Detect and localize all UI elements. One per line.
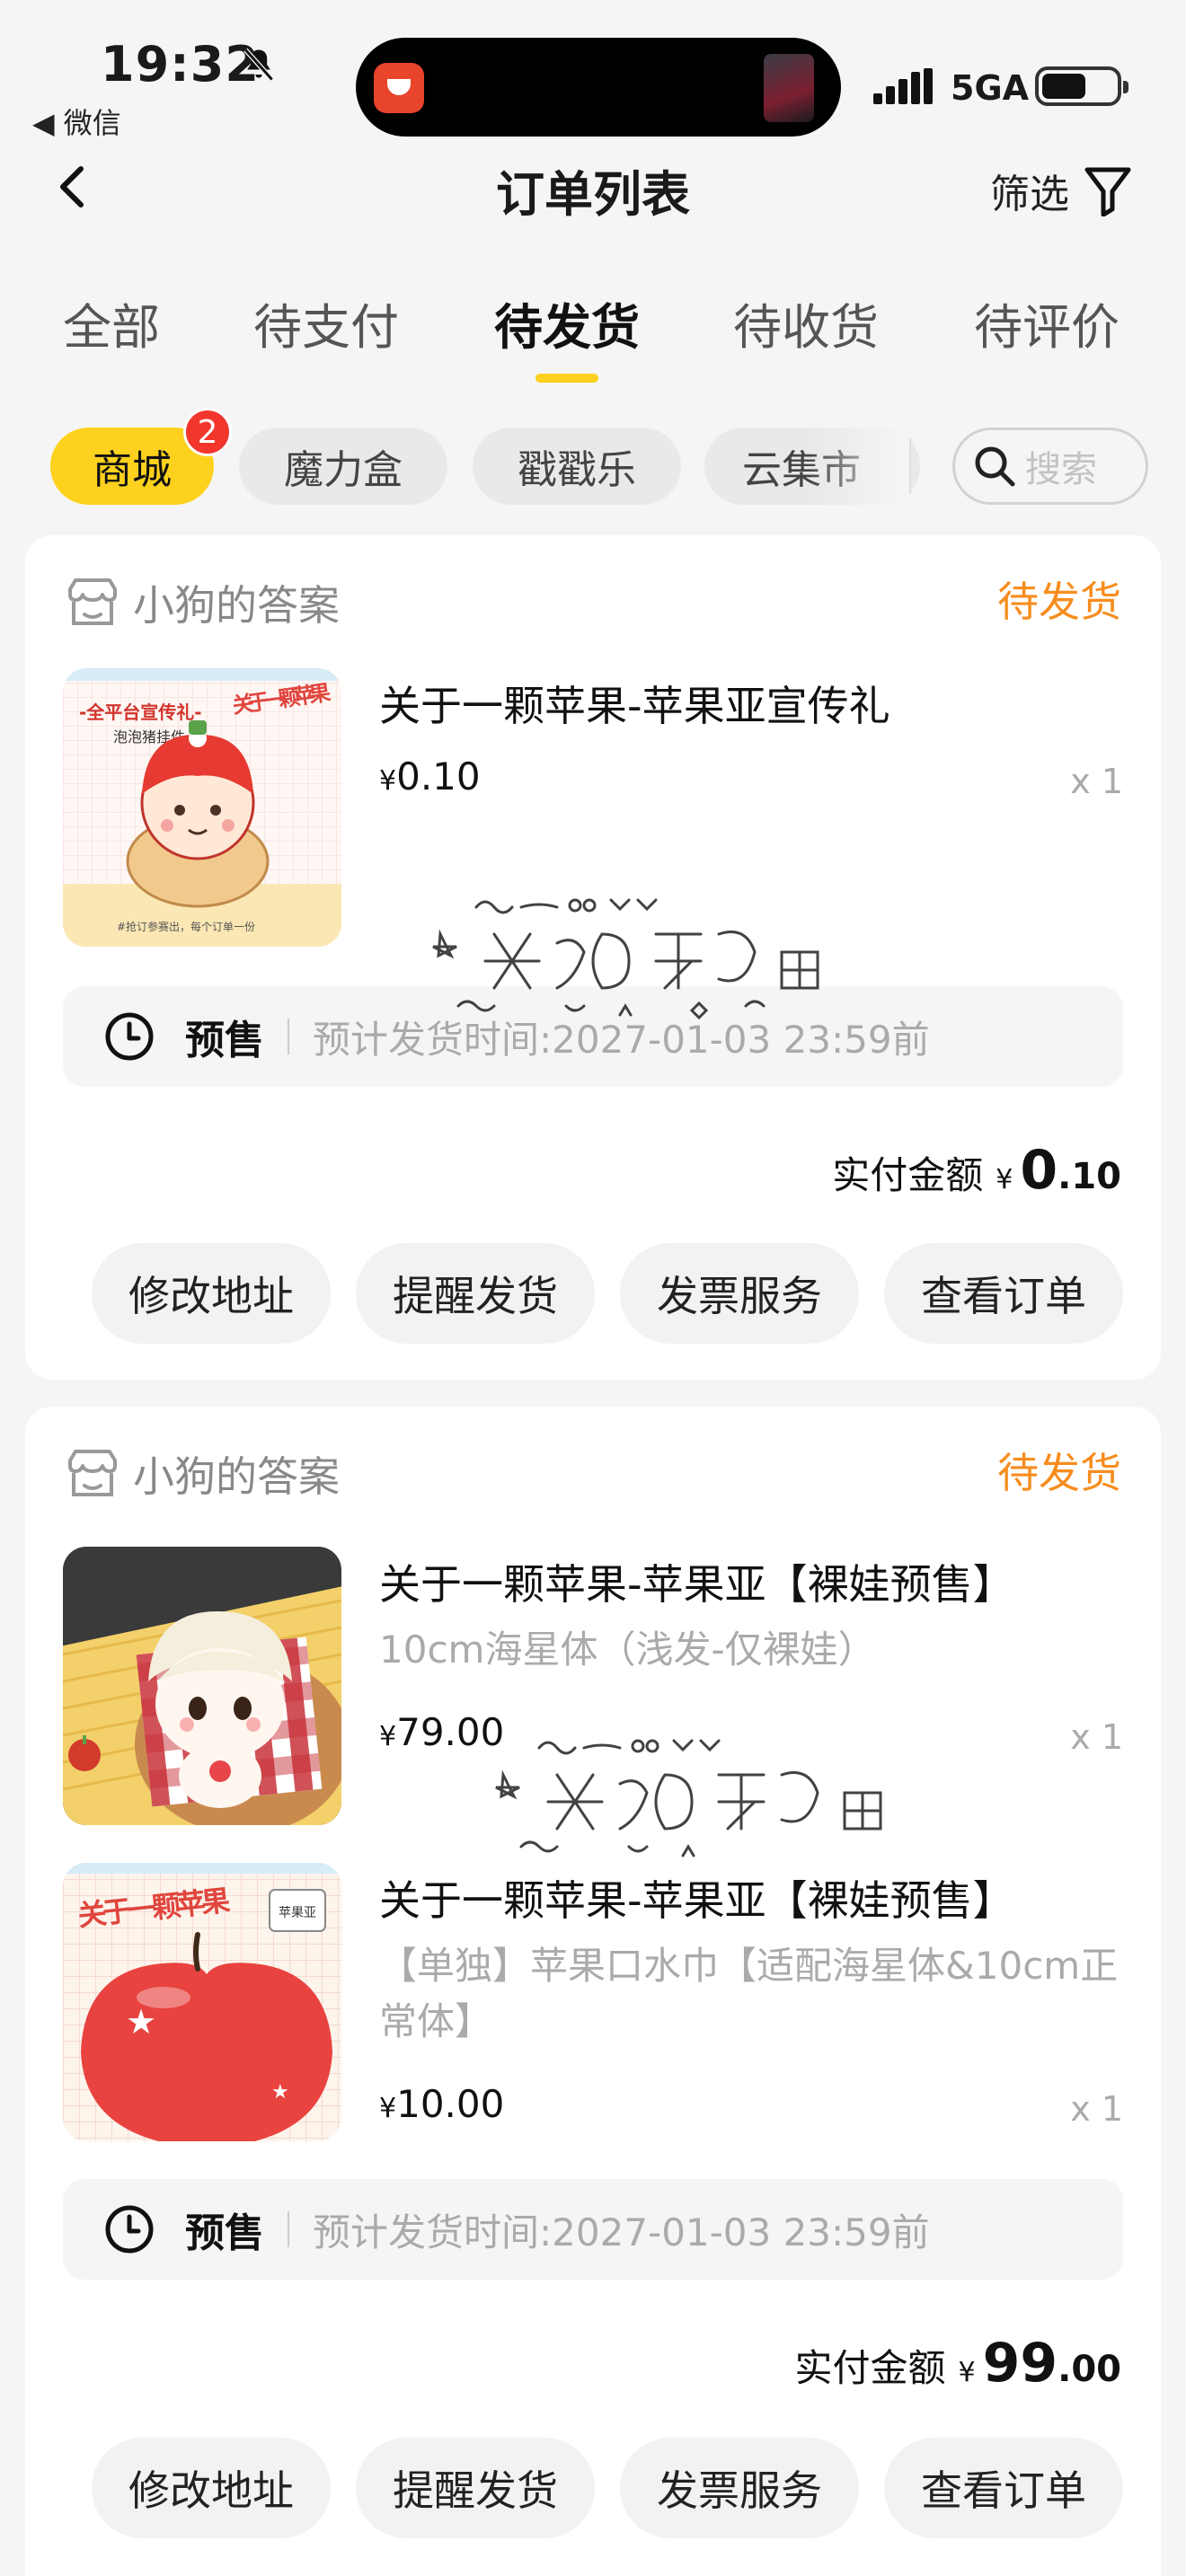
- product-title: 关于一颗苹果-苹果亚【裸娃预售】: [379, 1560, 1014, 1609]
- product-spec: 【单独】苹果口水巾【适配海星体&10cm正常体】: [379, 1944, 1119, 2043]
- order-status-tabs: 全部 待支付 待发货 待收货 待评价: [0, 287, 1186, 386]
- chips-fade: [809, 422, 909, 512]
- apple-bib-product-image: 关于一颗苹果 苹果亚 ★ ★: [63, 1863, 341, 2141]
- product-quantity: x 1: [1070, 762, 1123, 801]
- order-item[interactable]: 关于一颗苹果-苹果亚【裸娃预售】 10cm海星体（浅发-仅裸娃） ¥79.00 …: [63, 1547, 1123, 1825]
- presale-divider: [288, 2211, 289, 2247]
- price-value: 10.00: [396, 2082, 505, 2126]
- chips-divider: [909, 438, 911, 494]
- search-placeholder: 搜索: [1025, 449, 1097, 490]
- product-thumbnail: [63, 1547, 341, 1825]
- price-value: 0.10: [396, 754, 481, 798]
- status-time: 19:32: [101, 36, 260, 93]
- product-thumbnail: -全平台宣传礼- 泡泡猪挂件 关于一颗苹果 #抢订参赛出，每个订单一份: [63, 668, 341, 947]
- shop-icon: [68, 578, 117, 625]
- order-status: 待发货: [997, 578, 1121, 626]
- clock-icon: [105, 2205, 154, 2254]
- total-currency: ¥: [958, 2357, 976, 2388]
- back-to-app-link[interactable]: ◀ 微信: [32, 101, 121, 142]
- total-decimal: .10: [1058, 1156, 1121, 1197]
- currency-symbol: ¥: [379, 1721, 397, 1752]
- product-spec: 10cm海星体（浅发-仅裸娃）: [379, 1628, 876, 1672]
- plush-doll-product-image: [63, 1547, 341, 1825]
- shop-row[interactable]: 小狗的答案: [65, 1444, 340, 1504]
- view-order-button[interactable]: 查看订单: [884, 2438, 1123, 2538]
- presale-ship-time: 预计发货时间:2027-01-03 23:59前: [313, 1017, 930, 1062]
- invoice-service-button[interactable]: 发票服务: [620, 2438, 859, 2538]
- currency-symbol: ¥: [379, 765, 397, 797]
- battery-icon: [1035, 66, 1128, 106]
- product-quantity: x 1: [1070, 1717, 1123, 1757]
- active-tab-indicator: [535, 374, 598, 383]
- avatar: [764, 54, 814, 122]
- poster-line1: -全平台宣传礼-: [79, 701, 202, 723]
- shop-name: 小狗的答案: [133, 581, 340, 630]
- keychain-product-image: -全平台宣传礼- 泡泡猪挂件 关于一颗苹果 #抢订参赛出，每个订单一份: [63, 668, 341, 947]
- total-integer: 99: [982, 2332, 1058, 2395]
- invoice-service-button[interactable]: 发票服务: [620, 1243, 859, 1344]
- filter-label: 筛选: [990, 172, 1069, 217]
- product-title: 关于一颗苹果-苹果亚宣传礼: [379, 682, 890, 730]
- total-integer: 0: [1020, 1139, 1058, 1202]
- total-label: 实付金额: [832, 1153, 984, 1197]
- total-decimal: .00: [1058, 2349, 1121, 2390]
- product-price: ¥0.10: [379, 754, 481, 798]
- tab-all[interactable]: 全部: [63, 287, 160, 358]
- order-card: 小狗的答案 待发货 -全平台宣传礼- 泡泡猪挂件 关于一颗苹果 #抢订参赛出，每…: [25, 535, 1161, 1380]
- svg-text:★: ★: [271, 2081, 289, 2104]
- tab-pending-review[interactable]: 待评价: [974, 287, 1120, 358]
- chip-magic-box[interactable]: 魔力盒: [239, 428, 447, 505]
- total-currency: ¥: [996, 1164, 1013, 1195]
- network-type: 5GA: [951, 68, 1030, 108]
- order-item[interactable]: 关于一颗苹果 苹果亚 ★ ★ 关于一颗苹果-苹果亚【裸娃预售】 【单独】苹果口水…: [63, 1863, 1123, 2141]
- order-card: 小狗的答案 待发货 关于一颗苹果-苹果亚【裸娃预售】 10cm海星体（浅发-仅裸…: [25, 1407, 1161, 2576]
- shop-row[interactable]: 小狗的答案: [65, 573, 340, 632]
- product-price: ¥79.00: [379, 1710, 504, 1754]
- order-status: 待发货: [997, 1449, 1121, 1497]
- status-bar: 19:32 ◀ 微信 5GA: [0, 0, 1186, 144]
- total-label: 实付金额: [794, 2346, 946, 2390]
- currency-symbol: ¥: [379, 2093, 397, 2124]
- filter-icon: [1084, 167, 1131, 216]
- presale-label: 预售: [185, 1018, 264, 1063]
- mall-badge: 2: [183, 408, 232, 456]
- svg-text:★: ★: [126, 2002, 156, 2042]
- poster-note: #抢订参赛出，每个订单一份: [117, 920, 255, 933]
- product-thumbnail: 关于一颗苹果 苹果亚 ★ ★: [63, 1863, 341, 2141]
- presale-label: 预售: [185, 2210, 264, 2256]
- modify-address-button[interactable]: 修改地址: [92, 2438, 331, 2538]
- tab-pending-payment[interactable]: 待支付: [253, 287, 399, 358]
- clock-icon: [105, 1012, 154, 1061]
- tab-pending-shipment[interactable]: 待发货: [494, 287, 640, 358]
- remind-shipment-button[interactable]: 提醒发货: [356, 1243, 595, 1344]
- modify-address-button[interactable]: 修改地址: [92, 1243, 331, 1344]
- order-total: 实付金额 ¥ 0 .10: [832, 1139, 1121, 1202]
- product-quantity: x 1: [1070, 2089, 1123, 2129]
- shop-name: 小狗的答案: [133, 1452, 340, 1501]
- order-item[interactable]: -全平台宣传礼- 泡泡猪挂件 关于一颗苹果 #抢订参赛出，每个订单一份 关于一颗…: [63, 668, 1123, 947]
- shop-icon: [68, 1450, 117, 1496]
- presale-info: 预售 预计发货时间:2027-01-03 23:59前: [63, 986, 1123, 1087]
- presale-ship-time: 预计发货时间:2027-01-03 23:59前: [313, 2210, 930, 2254]
- bib-tag: 苹果亚: [279, 1906, 316, 1920]
- presale-divider: [288, 1019, 289, 1054]
- app-icon: [374, 63, 424, 113]
- view-order-button[interactable]: 查看订单: [884, 1243, 1123, 1344]
- dynamic-island: [356, 38, 841, 137]
- product-price: ¥10.00: [379, 2082, 504, 2126]
- price-value: 79.00: [396, 1710, 505, 1754]
- chip-poke-game[interactable]: 戳戳乐: [473, 428, 681, 505]
- signal-icon: [873, 68, 933, 104]
- tab-pending-receipt[interactable]: 待收货: [733, 287, 879, 358]
- search-icon: [975, 446, 1015, 487]
- product-title: 关于一颗苹果-苹果亚【裸娃预售】: [379, 1876, 1014, 1925]
- remind-shipment-button[interactable]: 提醒发货: [356, 2438, 595, 2538]
- search-button[interactable]: 搜索: [952, 428, 1148, 505]
- order-total: 实付金额 ¥ 99 .00: [795, 2332, 1121, 2395]
- filter-button[interactable]: 筛选: [990, 162, 1132, 219]
- presale-info: 预售 预计发货时间:2027-01-03 23:59前: [63, 2179, 1123, 2280]
- bell-muted-icon: [243, 48, 274, 82]
